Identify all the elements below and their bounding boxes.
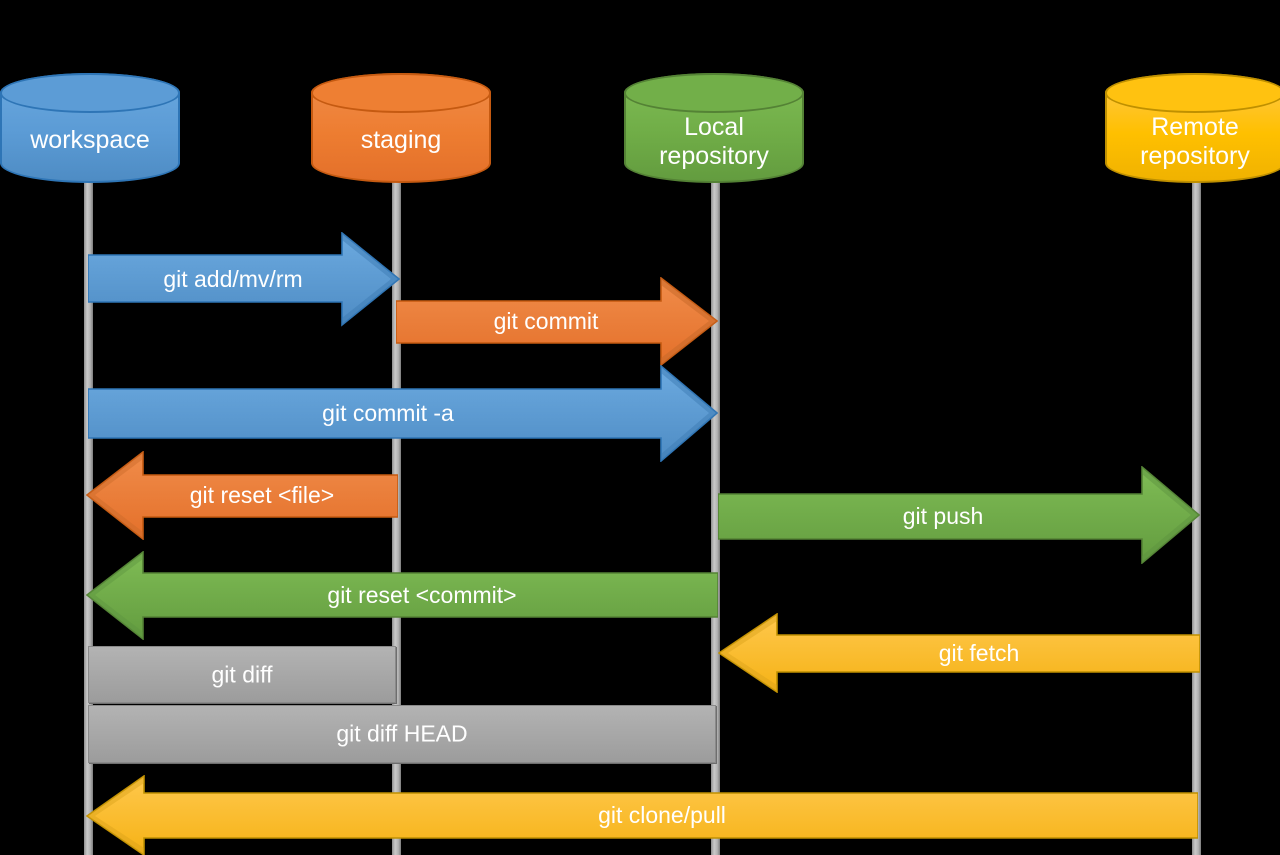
arrow-git-add: git add/mv/rm <box>88 232 400 327</box>
node-workspace[interactable]: workspace <box>0 73 180 183</box>
node-staging-label: staging <box>360 126 442 154</box>
node-local-repository-label: Local repository <box>659 113 769 170</box>
arrow-git-reset-file: git reset <file> <box>86 451 398 540</box>
arrow-git-clone-pull: git clone/pull <box>86 775 1198 855</box>
node-local-repository-top <box>624 73 804 113</box>
node-staging[interactable]: staging <box>311 73 491 183</box>
node-workspace-top <box>0 73 180 113</box>
node-workspace-label: workspace <box>30 126 150 154</box>
bar-git-diff: git diff <box>88 646 396 703</box>
bar-git-diff-head: git diff HEAD <box>88 705 716 763</box>
arrow-git-push: git push <box>718 466 1200 564</box>
node-remote-repository-top <box>1105 73 1280 113</box>
bar-label-git-diff-head: git diff HEAD <box>336 720 468 747</box>
node-remote-repository[interactable]: Remote repository <box>1105 73 1280 183</box>
arrow-git-commit-a: git commit -a <box>88 365 718 462</box>
arrow-git-commit: git commit <box>396 277 718 366</box>
arrow-git-fetch: git fetch <box>718 613 1200 693</box>
node-local-repository[interactable]: Local repository <box>624 73 804 183</box>
arrow-git-reset-commit: git reset <commit> <box>86 551 718 640</box>
node-remote-repository-label: Remote repository <box>1140 113 1250 170</box>
git-transport-diagram: git add/mv/rm git commit git commit -a g… <box>0 0 1280 855</box>
node-staging-top <box>311 73 491 113</box>
bar-label-git-diff: git diff <box>211 661 273 687</box>
